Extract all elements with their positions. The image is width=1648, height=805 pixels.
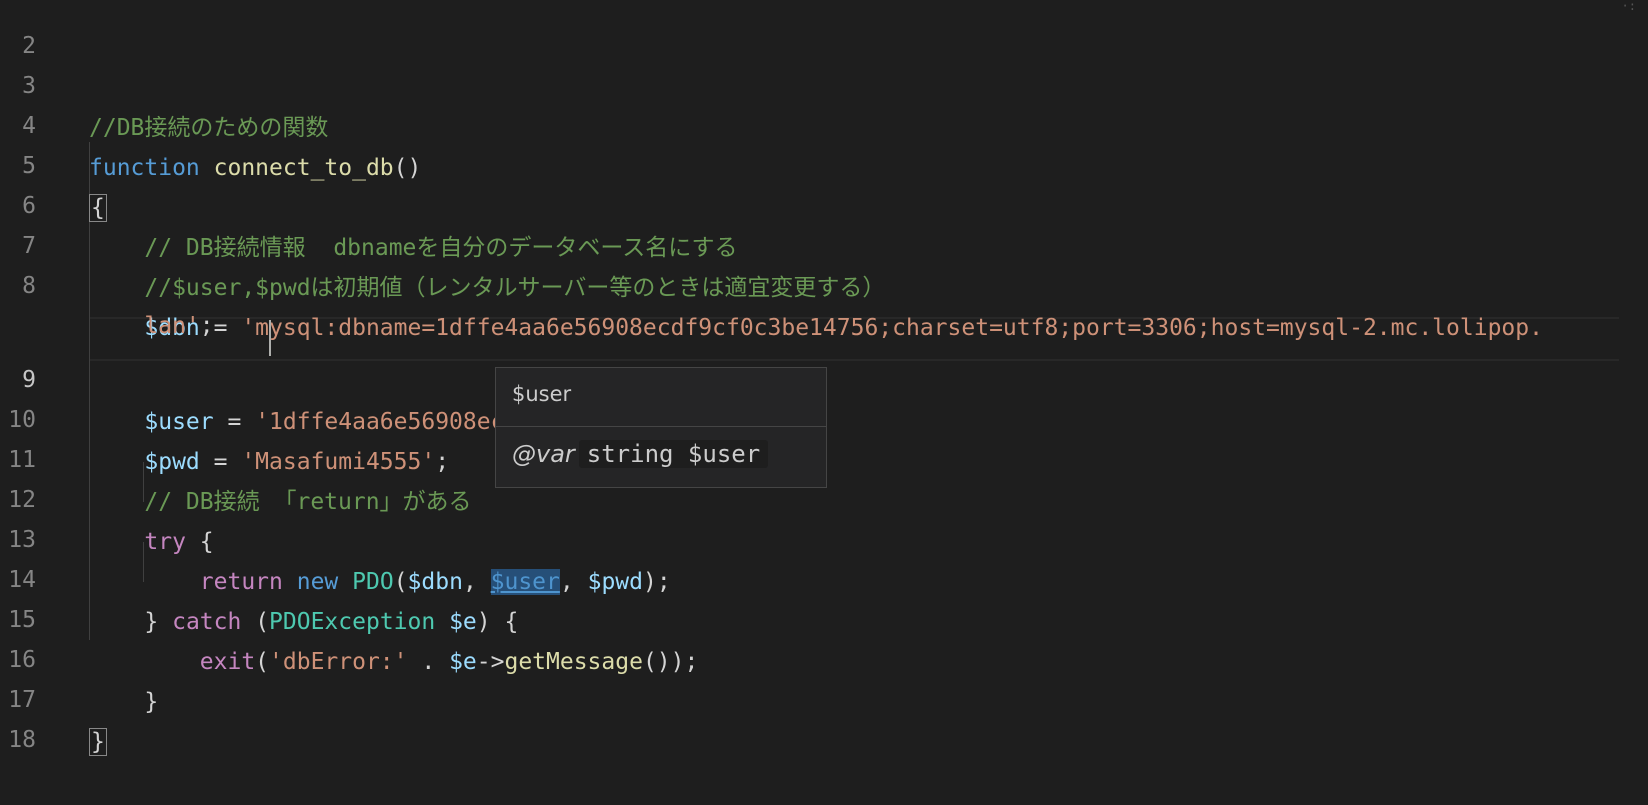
hover-documentation: @var string $user (512, 440, 769, 468)
code-line: 5 { (0, 103, 1648, 222)
scrollbar-marker[interactable]: ·: (1622, 0, 1636, 12)
code-editor[interactable]: 2 3 //DB接続のための関数 4 function connect_to_d… (0, 0, 1648, 758)
hover-divider (496, 426, 826, 427)
code-line: 18 (0, 677, 1648, 753)
code-line-current: 9 $user = '1dffe4aa6e56908ecdf9cf0c3be14… (0, 317, 1648, 435)
code-line: 6 // DB接続情報 dbnameを自分のデータベース名にする (0, 143, 1648, 261)
code-line: 15 exit('dbError:' . $e->getMessage()); (0, 557, 1648, 675)
code-line-wrap: lan'; (0, 263, 1648, 339)
code-line: 17 } (0, 637, 1648, 756)
code-line: 16 } (0, 597, 1648, 715)
hover-signature: $user (512, 382, 572, 406)
doc-tag: @var (512, 440, 575, 468)
hover-tooltip: $user @var string $user (495, 367, 827, 488)
doc-type: string $user (578, 440, 769, 468)
line-number: 18 (8, 727, 36, 753)
code-line: 7 //$user,$pwdは初期値（レンタルサーバー等のときは適宜変更する） (0, 183, 1648, 301)
code-line: 4 function connect_to_db() (0, 63, 1648, 181)
text-cursor (269, 320, 271, 356)
code-line: 8 $dbn = 'mysql:dbname=1dffe4aa6e56908ec… (0, 223, 1648, 341)
code-line: 2 (0, 0, 1648, 59)
code-line: 14 } catch (PDOException $e) { (0, 517, 1648, 635)
code-line: 3 //DB接続のための関数 (0, 23, 1648, 141)
matched-brace: } (89, 728, 107, 756)
